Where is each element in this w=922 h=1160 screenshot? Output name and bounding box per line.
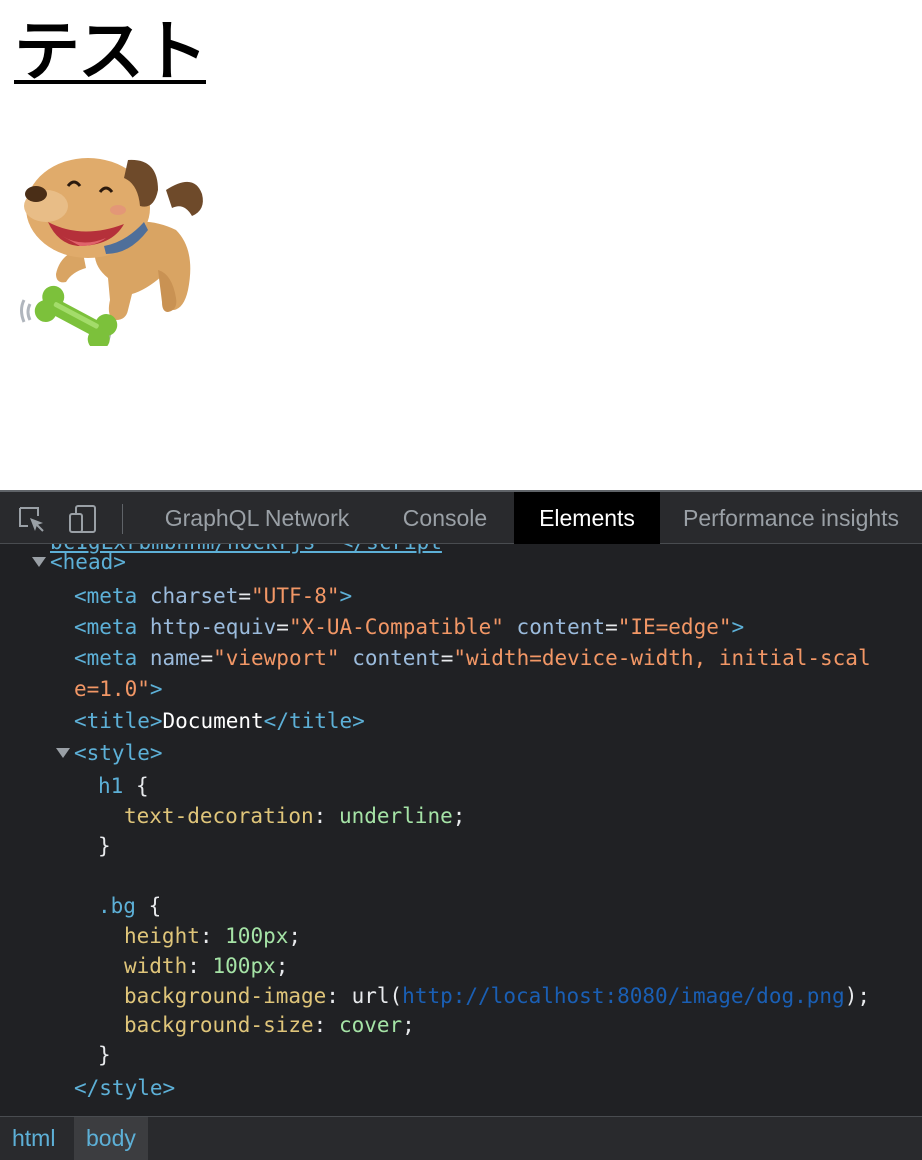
css-colon: :: [199, 924, 226, 948]
breadcrumb-body[interactable]: body: [74, 1117, 148, 1160]
devtools-toolbar: GraphQL Network Console Elements Perform…: [0, 490, 922, 544]
tag-close: >: [339, 584, 353, 608]
css-property: width: [124, 954, 188, 978]
css-function: url(: [351, 984, 403, 1008]
tag-open: <meta: [74, 584, 150, 608]
code-line-css-close[interactable]: }: [98, 1040, 111, 1070]
attr-name: content: [352, 646, 441, 670]
css-colon: :: [313, 804, 339, 828]
tag-close: </style>: [74, 1076, 176, 1100]
device-toolbar-icon[interactable]: [68, 504, 98, 534]
breadcrumb-html[interactable]: html: [0, 1117, 67, 1160]
attr-value: "viewport": [213, 646, 340, 670]
expand-head-triangle-icon[interactable]: [32, 557, 46, 567]
css-value: 100px: [212, 954, 276, 978]
code-line-meta-http-equiv[interactable]: <meta http-equiv="X-UA-Compatible" conte…: [74, 612, 744, 642]
tag-open: <style>: [74, 741, 163, 765]
css-value: underline: [338, 804, 453, 828]
code-line-css-height[interactable]: height: 100px;: [124, 921, 301, 951]
devtools-panel: GraphQL Network Console Elements Perform…: [0, 490, 922, 1160]
code-line-style-open[interactable]: <style>: [74, 738, 163, 768]
code-line-meta-viewport[interactable]: <meta name="viewport" content="width=dev…: [74, 643, 871, 673]
attr-eq: =: [440, 646, 454, 670]
tag-open: <title>: [74, 709, 163, 733]
elements-tree: bc1gLxrbmbnnm/nockrjs" </script <head> <…: [0, 544, 922, 1116]
css-property: background-image: [124, 984, 327, 1008]
attr-value: e=1.0": [74, 677, 150, 701]
page-heading: テスト: [14, 13, 208, 90]
attr-eq: =: [200, 646, 214, 670]
tag-open: <meta: [74, 646, 150, 670]
attr-eq: =: [605, 615, 618, 639]
tag-name: head: [62, 550, 114, 574]
breadcrumb: html body: [0, 1116, 922, 1160]
code-line-css-bg[interactable]: .bg {: [98, 891, 161, 921]
css-selector: h1: [98, 774, 124, 798]
css-selector: .bg: [98, 894, 136, 918]
attr-name: content: [516, 615, 606, 639]
tag-open: <meta: [74, 615, 150, 639]
dog-image: [16, 150, 212, 351]
css-value: cover: [338, 1013, 403, 1037]
code-line-css-width[interactable]: width: 100px;: [124, 951, 288, 981]
css-semicolon: ;: [452, 804, 466, 828]
tab-performance-insights[interactable]: Performance insights: [670, 492, 922, 544]
css-semicolon: ;: [275, 954, 289, 978]
code-line-style-close[interactable]: </style>: [74, 1073, 175, 1103]
expand-style-triangle-icon[interactable]: [56, 748, 70, 758]
css-function-end: );: [844, 984, 870, 1008]
attr-value: "X-UA-Compatible": [288, 615, 504, 639]
tag-close: >: [731, 615, 745, 639]
tag-close: >: [149, 677, 163, 701]
code-line-head[interactable]: <head>: [50, 547, 126, 577]
code-line-css-background-image[interactable]: background-image: url(http://localhost:8…: [124, 981, 870, 1011]
tag-bracket: <: [50, 550, 63, 574]
css-semicolon: ;: [402, 1013, 415, 1037]
css-property: background-size: [124, 1013, 314, 1037]
code-line-css-h1[interactable]: h1 {: [98, 771, 149, 801]
tag-close: </title>: [263, 709, 365, 733]
code-line-css-background-size[interactable]: background-size: cover;: [124, 1010, 415, 1040]
code-line-meta-charset[interactable]: <meta charset="UTF-8">: [74, 581, 352, 611]
tag-bracket: >: [113, 550, 126, 574]
attr-value: "IE=edge": [617, 615, 732, 639]
css-value: 100px: [225, 924, 289, 948]
css-brace: }: [98, 834, 111, 858]
toolbar-divider: [122, 504, 123, 534]
css-property: text-decoration: [124, 804, 314, 828]
code-line-meta-viewport-wrap[interactable]: e=1.0">: [74, 674, 163, 704]
code-line-css-text-decoration[interactable]: text-decoration: underline;: [124, 801, 465, 831]
attr-name: http-equiv: [149, 615, 277, 639]
rendered-page: テスト: [0, 0, 922, 490]
css-brace: }: [98, 1043, 111, 1067]
attr-value: "width=device-width, initial-scal: [453, 646, 871, 670]
attr-value: "UTF-8": [251, 584, 340, 608]
attr-name: charset: [149, 584, 239, 608]
attr-name: name: [149, 646, 201, 670]
title-text: Document: [162, 709, 264, 733]
css-semicolon: ;: [288, 924, 302, 948]
attr-eq: =: [238, 584, 252, 608]
css-colon: :: [313, 1013, 339, 1037]
tab-elements[interactable]: Elements: [514, 492, 660, 544]
code-line-css-close[interactable]: }: [98, 831, 111, 861]
css-colon: :: [326, 984, 352, 1008]
tab-console[interactable]: Console: [380, 492, 510, 544]
code-line-title[interactable]: <title>Document</title>: [74, 706, 365, 736]
css-colon: :: [187, 954, 213, 978]
css-property: height: [124, 924, 200, 948]
tab-graphql-network[interactable]: GraphQL Network: [140, 492, 374, 544]
css-brace: {: [135, 894, 162, 918]
inspect-element-icon[interactable]: [16, 504, 46, 534]
attr-eq: =: [276, 615, 289, 639]
css-brace: {: [123, 774, 149, 798]
css-url-link[interactable]: http://localhost:8080/image/dog.png: [402, 984, 845, 1008]
